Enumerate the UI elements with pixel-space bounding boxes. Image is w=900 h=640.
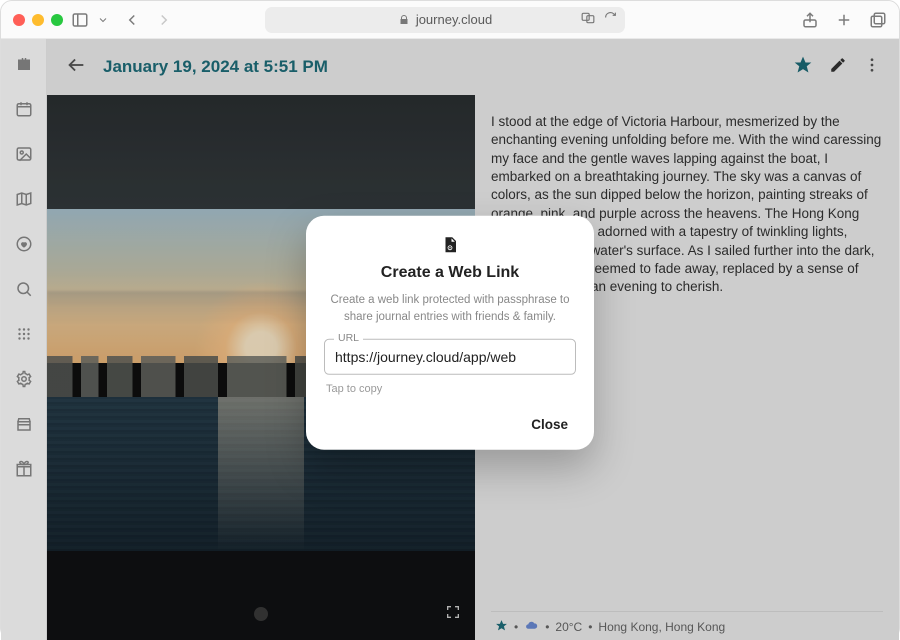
new-tab-icon[interactable] <box>835 11 853 29</box>
briefcase-icon[interactable] <box>15 55 33 78</box>
chevron-down-icon[interactable] <box>97 11 109 29</box>
weather-icon <box>524 619 539 635</box>
minimize-window[interactable] <box>32 14 44 26</box>
heart-icon[interactable] <box>15 235 33 258</box>
window-controls <box>13 14 63 26</box>
sep: • <box>514 620 518 634</box>
close-window[interactable] <box>13 14 25 26</box>
modal-description: Create a web link protected with passphr… <box>330 292 570 325</box>
status-temperature: 20°C <box>555 620 582 634</box>
store-icon[interactable] <box>15 415 33 438</box>
create-web-link-modal: Create a Web Link Create a web link prot… <box>306 216 594 450</box>
apps-icon[interactable] <box>15 325 33 348</box>
status-star-icon <box>495 619 508 635</box>
url-field[interactable] <box>324 339 576 375</box>
sep: • <box>545 620 549 634</box>
sidebar-toggle-icon[interactable] <box>71 11 89 29</box>
share-icon[interactable] <box>801 11 819 29</box>
modal-title: Create a Web Link <box>324 264 576 282</box>
gift-icon[interactable] <box>15 460 33 483</box>
image-icon[interactable] <box>15 145 33 168</box>
more-icon[interactable] <box>863 56 881 79</box>
gear-icon[interactable] <box>15 370 33 393</box>
entry-header: January 19, 2024 at 5:51 PM <box>47 39 899 95</box>
calendar-icon[interactable] <box>15 100 33 123</box>
map-icon[interactable] <box>15 190 33 213</box>
address-bar[interactable]: journey.cloud <box>265 7 625 33</box>
url-field-label: URL <box>334 332 363 344</box>
close-button[interactable]: Close <box>523 411 576 438</box>
translate-icon[interactable] <box>580 11 596 28</box>
fullscreen-icon[interactable] <box>445 604 461 625</box>
back-arrow-icon[interactable] <box>65 54 87 81</box>
zoom-window[interactable] <box>51 14 63 26</box>
back-icon[interactable] <box>123 11 141 29</box>
sep: • <box>588 620 592 634</box>
lock-icon <box>398 14 410 26</box>
entry-title: January 19, 2024 at 5:51 PM <box>103 57 328 77</box>
url-text: journey.cloud <box>416 12 492 27</box>
edit-icon[interactable] <box>829 56 847 79</box>
forward-icon[interactable] <box>155 11 173 29</box>
search-icon[interactable] <box>15 280 33 303</box>
browser-toolbar: journey.cloud <box>1 1 899 39</box>
star-icon[interactable] <box>793 55 813 80</box>
pager-dot[interactable] <box>254 607 268 621</box>
tabs-icon[interactable] <box>869 11 887 29</box>
app: January 19, 2024 at 5:51 PM <box>1 39 899 640</box>
sidebar <box>1 39 47 640</box>
entry-status-bar: • • 20°C • Hong Kong, Hong Kong <box>491 611 883 640</box>
reload-icon[interactable] <box>604 11 617 28</box>
tap-to-copy-hint[interactable]: Tap to copy <box>326 383 574 395</box>
file-link-icon <box>441 236 459 256</box>
status-location: Hong Kong, Hong Kong <box>598 620 725 634</box>
